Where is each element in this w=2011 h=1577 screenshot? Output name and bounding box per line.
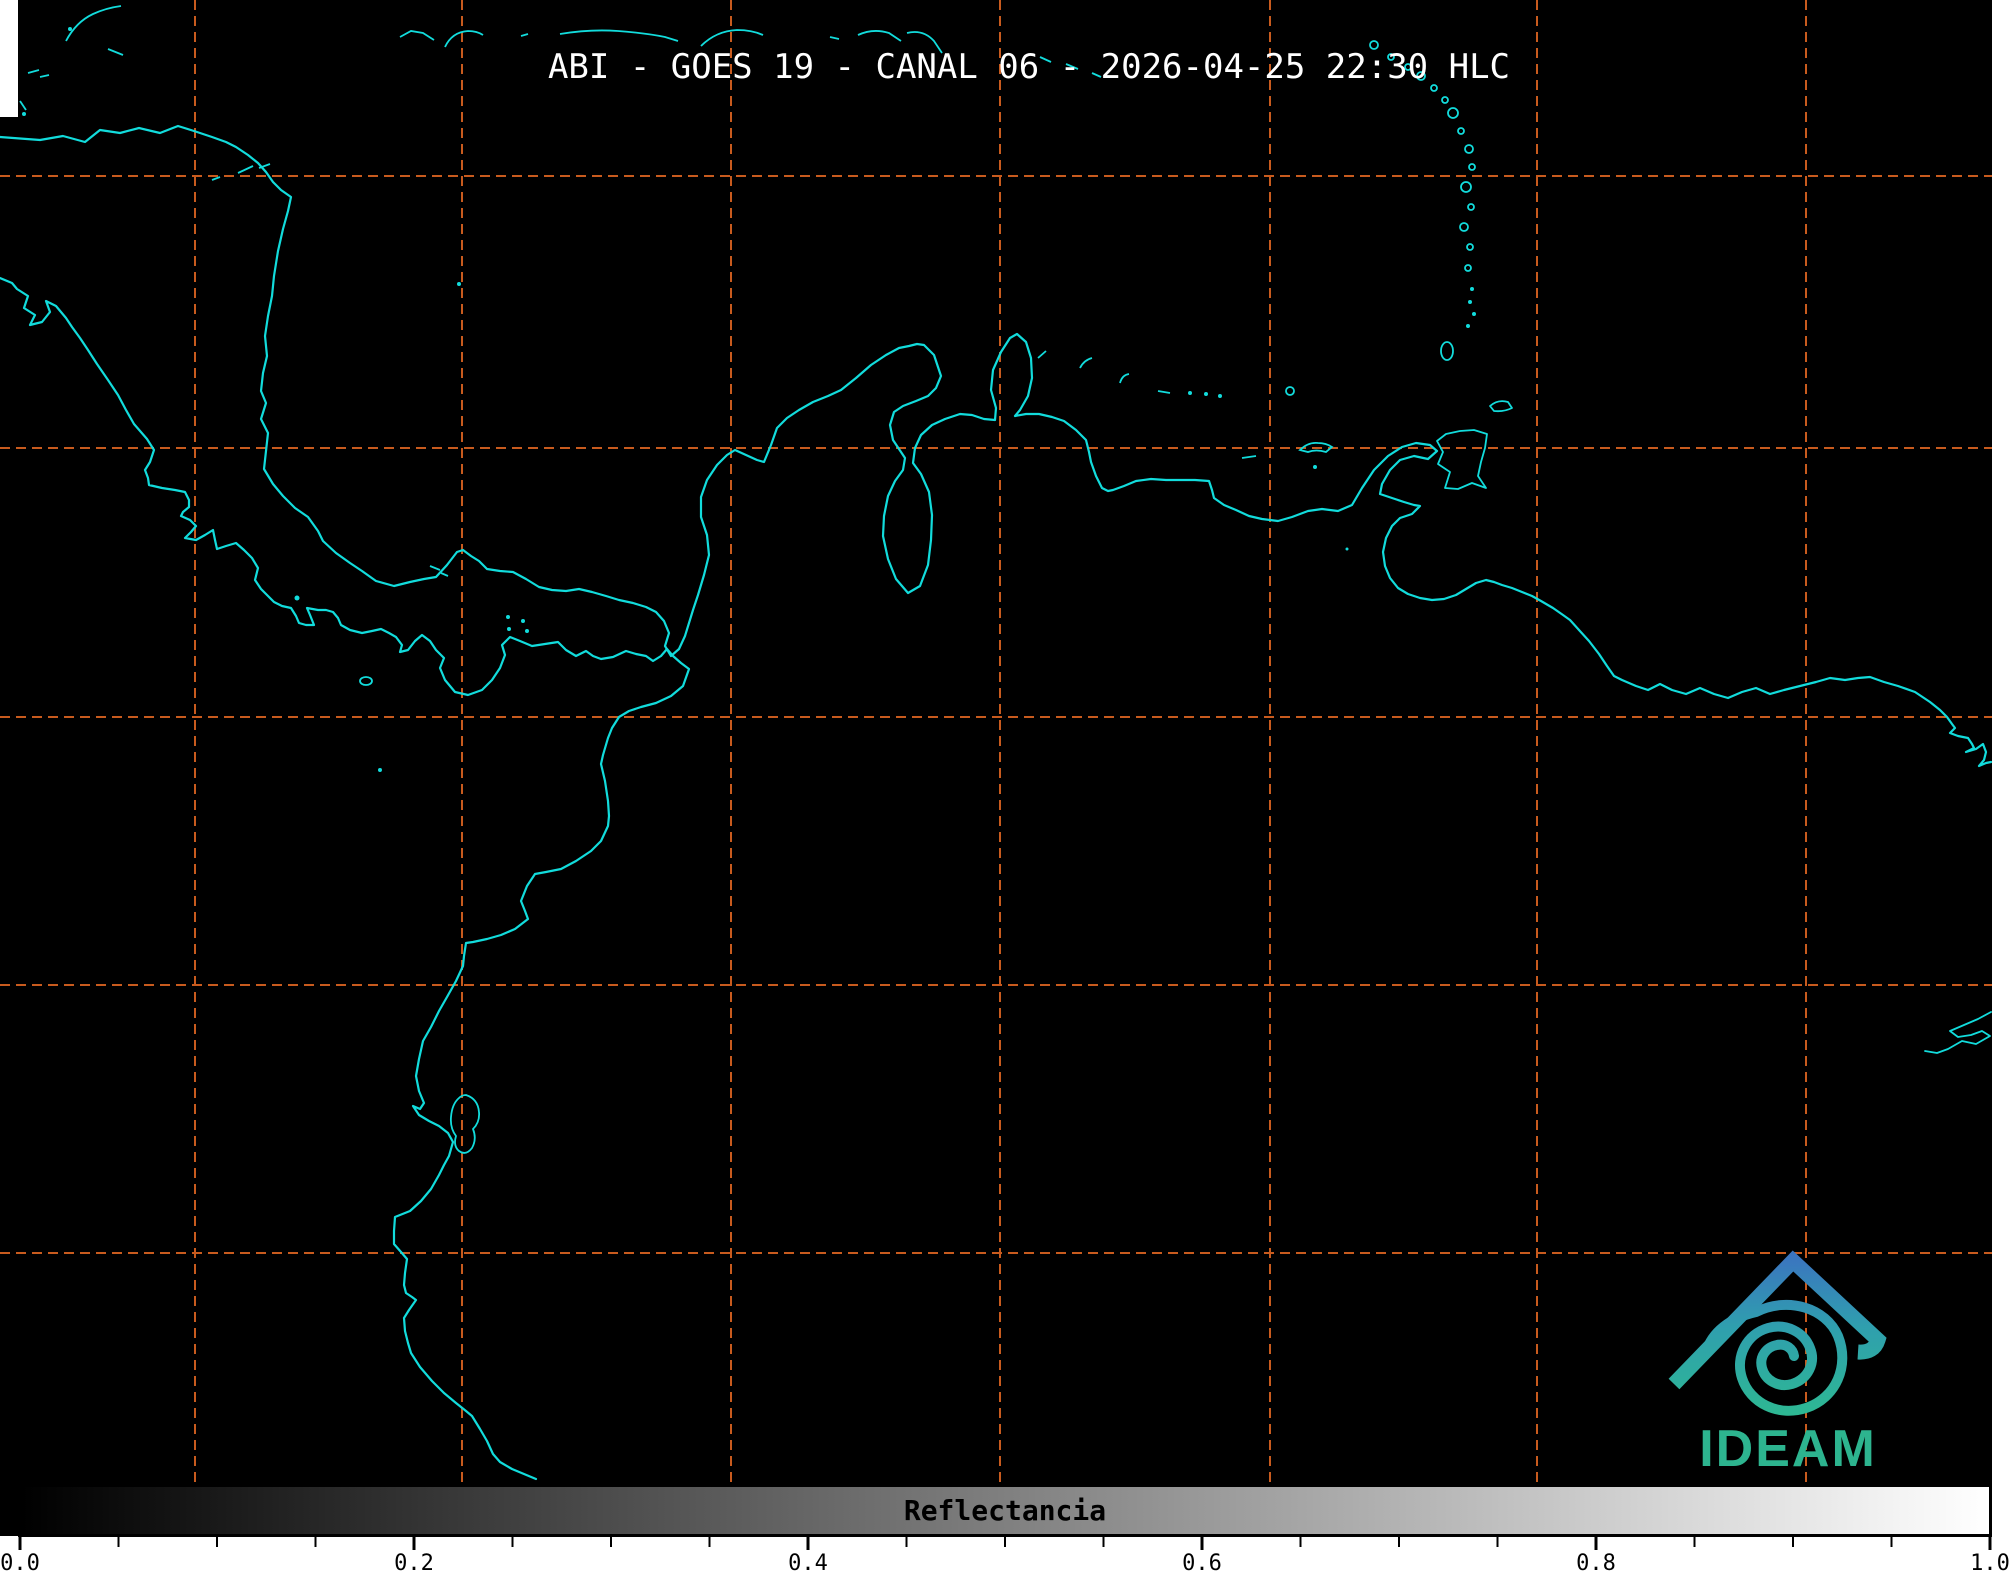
satellite-image-viewport: ABI - GOES 19 - CANAL 06 - 2026-04-25 22…: [0, 0, 2011, 1577]
image-title: ABI - GOES 19 - CANAL 06 - 2026-04-25 22…: [548, 47, 1510, 87]
logo-wordmark: IDEAM: [1699, 1420, 1877, 1478]
colorbar-tick-label-0: 0.0: [0, 1551, 40, 1576]
colorbar-tick-label-3: 0.6: [1182, 1551, 1222, 1576]
colorbar-tick-label-5: 1.0: [1970, 1551, 2010, 1576]
satellite-map-canvas: ABI - GOES 19 - CANAL 06 - 2026-04-25 22…: [0, 0, 2011, 1577]
colorbar-tick-label-4: 0.8: [1576, 1551, 1616, 1576]
colorbar-tick-label-2: 0.4: [788, 1551, 828, 1576]
colorbar-title: Reflectancia: [904, 1494, 1106, 1527]
nodata-strip-right: [1992, 0, 2011, 1577]
nodata-strip-topleft: [0, 0, 18, 117]
colorbar-tick-label-1: 0.2: [394, 1551, 434, 1576]
